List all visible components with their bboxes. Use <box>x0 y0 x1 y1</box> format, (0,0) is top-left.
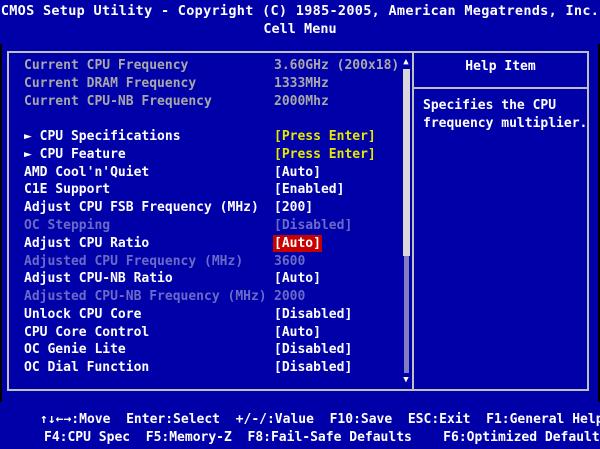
menu-item-value[interactable]: [Auto] <box>274 270 321 287</box>
menu-item-label: ► CPU Specifications <box>24 129 181 144</box>
menu-title: Cell Menu <box>263 21 337 37</box>
menu-item-value[interactable]: [200] <box>274 199 313 216</box>
menu-item-label: CPU Core Control <box>24 325 150 340</box>
scroll-down-icon[interactable]: ▼ <box>401 375 411 385</box>
info-label: Current DRAM Frequency <box>24 76 197 91</box>
menu-item-cpu-specifications[interactable]: ► CPU Specifications [Press Enter] <box>24 128 396 145</box>
menu-item-adjust-cpu-ratio[interactable]: Adjust CPU Ratio [Auto] <box>24 235 396 252</box>
scroll-up-icon[interactable]: ▲ <box>401 57 411 67</box>
main-panel: Current CPU Frequency 3.60GHz (200x18) C… <box>2 44 598 402</box>
info-value: 2000Mhz <box>274 94 329 109</box>
menu-item-value: [Disabled] <box>274 218 353 233</box>
menu-item-label: Adjust CPU-NB Ratio <box>24 271 173 286</box>
info-row-cpu-frequency: Current CPU Frequency 3.60GHz (200x18) <box>24 57 400 74</box>
info-label: Current CPU-NB Frequency <box>24 94 212 109</box>
key-legend-line-1: ↑↓←→:Move Enter:Select +/-/:Value F10:Sa… <box>40 412 600 427</box>
scroll-thumb[interactable] <box>403 69 410 256</box>
menu-item-label: OC Stepping <box>24 218 111 233</box>
menu-item-label: OC Dial Function <box>24 360 150 375</box>
menu-item-unlock-cpu-core[interactable]: Unlock CPU Core [Disabled] <box>24 306 396 323</box>
help-text: Specifies the CPU frequency multiplier. <box>423 98 588 131</box>
menu-item-oc-genie-lite[interactable]: OC Genie Lite [Disabled] <box>24 341 396 358</box>
menu-item-label: C1E Support <box>24 182 111 197</box>
key-legend: ↑↓←→:Move Enter:Select +/-/:Value F10:Sa… <box>0 402 600 449</box>
selected-value[interactable]: [Auto] <box>273 235 322 252</box>
help-title: Help Item <box>465 59 536 74</box>
info-label: Current CPU Frequency <box>24 58 189 73</box>
menu-item-value: 3600 <box>274 254 306 269</box>
menu-item-label: Adjust CPU Ratio <box>24 236 150 251</box>
menu-item-value[interactable]: [Disabled] <box>274 306 352 323</box>
menu-item-adjusted-cpu-frequency: Adjusted CPU Frequency (MHz) 3600 <box>24 253 396 270</box>
menu-item-value[interactable]: [Press Enter] <box>274 128 376 145</box>
menu-item-oc-stepping: OC Stepping [Disabled] <box>24 217 396 234</box>
info-row-cpu-nb-frequency: Current CPU-NB Frequency 2000Mhz <box>24 93 396 110</box>
menu-item-value[interactable]: [Auto] <box>274 164 321 181</box>
app-title: CMOS Setup Utility - Copyright (C) 1985-… <box>0 3 600 19</box>
menu-item-label: Adjusted CPU Frequency (MHz) <box>24 254 244 269</box>
menu-item-label: Adjusted CPU-NB Frequency (MHz) <box>24 289 267 304</box>
menu-item-oc-dial-function[interactable]: OC Dial Function [Disabled] <box>24 359 396 376</box>
menu-item-cpu-core-control[interactable]: CPU Core Control [Auto] <box>24 324 396 341</box>
menu-item-label: Unlock CPU Core <box>24 307 142 322</box>
menu-item-value[interactable]: [Disabled] <box>274 359 352 376</box>
menu-item-adjusted-cpu-nb-frequency: Adjusted CPU-NB Frequency (MHz) 2000 <box>24 288 396 305</box>
menu-item-label: ► CPU Feature <box>24 147 126 162</box>
title-bar: CMOS Setup Utility - Copyright (C) 1985-… <box>0 0 600 44</box>
menu-item-label: OC Genie Lite <box>24 342 126 357</box>
panel-divider <box>412 53 414 389</box>
settings-frame: Current CPU Frequency 3.60GHz (200x18) C… <box>7 51 589 391</box>
help-separator <box>414 87 587 89</box>
scrollbar[interactable]: ▲ ▼ <box>401 55 411 387</box>
menu-item-label: AMD Cool'n'Quiet <box>24 165 150 180</box>
info-value: 1333MHz <box>274 76 329 91</box>
menu-item-value: 2000 <box>274 289 306 304</box>
menu-item-adjust-cpu-fsb-frequency[interactable]: Adjust CPU FSB Frequency (MHz) [200] <box>24 199 396 216</box>
menu-item-cpu-feature[interactable]: ► CPU Feature [Press Enter] <box>24 146 396 163</box>
menu-item-value[interactable]: [Disabled] <box>274 341 352 358</box>
menu-item-amd-cool-n-quiet[interactable]: AMD Cool'n'Quiet [Auto] <box>24 164 396 181</box>
menu-item-adjust-cpu-nb-ratio[interactable]: Adjust CPU-NB Ratio [Auto] <box>24 270 396 287</box>
info-value: 3.60GHz (200x18) <box>274 58 400 73</box>
menu-item-value[interactable]: [Enabled] <box>274 181 344 198</box>
key-legend-line-2: F4:CPU Spec F5:Memory-Z F8:Fail-Safe Def… <box>44 430 600 445</box>
menu-item-value[interactable]: [Press Enter] <box>274 146 376 163</box>
menu-item-c1e-support[interactable]: C1E Support [Enabled] <box>24 181 396 198</box>
menu-item-value[interactable]: [Auto] <box>274 324 321 341</box>
info-row-dram-frequency: Current DRAM Frequency 1333MHz <box>24 75 396 92</box>
menu-item-label: Adjust CPU FSB Frequency (MHz) <box>24 200 259 215</box>
